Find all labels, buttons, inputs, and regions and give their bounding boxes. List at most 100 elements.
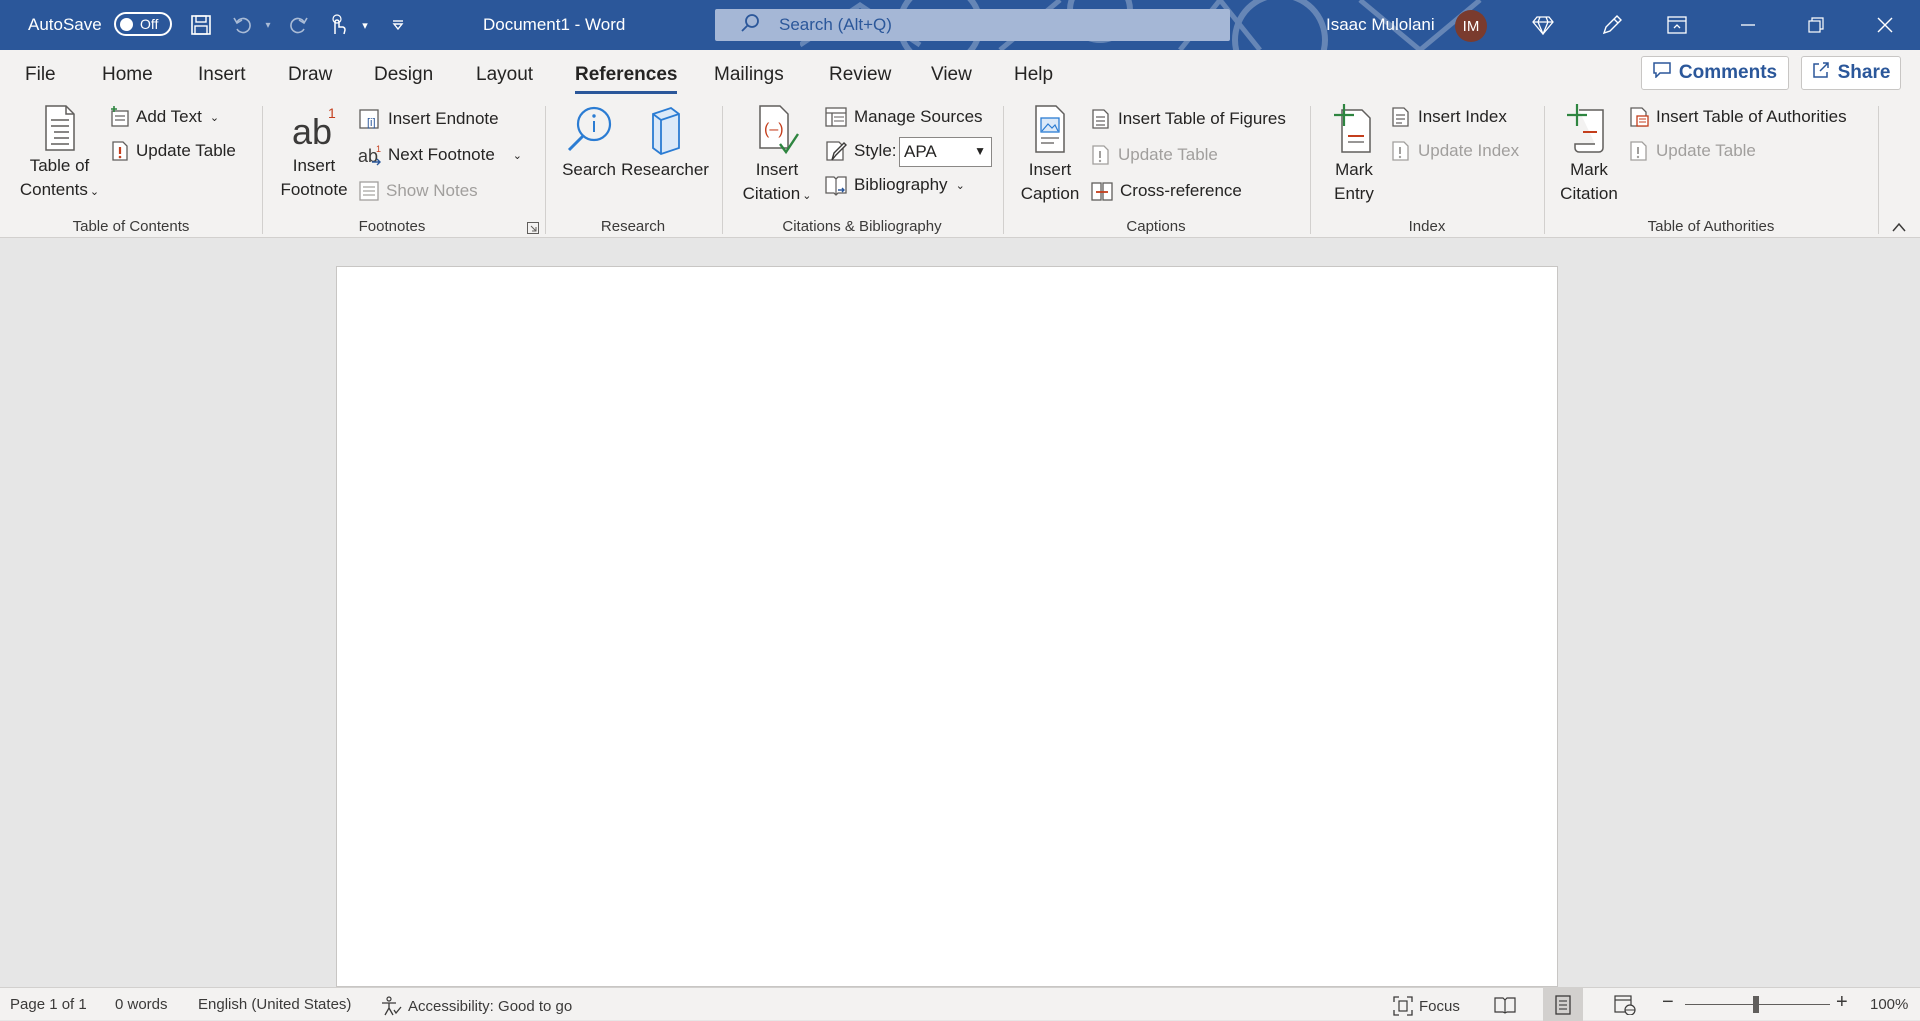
update-table-figures-button[interactable]: Update Table [1090,144,1218,166]
autosave-state: Off [140,16,159,32]
pen-icon[interactable] [1582,0,1642,50]
print-layout-button[interactable] [1543,988,1583,1021]
accessibility-checker[interactable]: Accessibility: Good to go [380,996,572,1016]
avatar[interactable]: IM [1455,10,1487,42]
page-count[interactable]: Page 1 of 1 [10,996,87,1013]
group-separator [1544,106,1545,234]
customize-qat-icon[interactable] [385,0,411,50]
mark-citation-icon [1567,104,1604,153]
focus-button[interactable]: Focus [1393,996,1460,1016]
zoom-out-button[interactable]: − [1662,991,1674,1014]
status-bar: Page 1 of 1 0 words English (United Stat… [0,987,1920,1021]
bibliography-button[interactable]: Bibliography ⌄ [824,174,965,196]
zoom-in-button[interactable]: + [1836,991,1848,1014]
mark-entry-line2: Entry [1334,184,1374,203]
autosave-label: AutoSave [28,15,102,34]
researcher-icon [652,106,680,156]
insert-footnote-button[interactable]: ab 1 Insert Footnote [274,104,354,202]
search-button[interactable]: Search [556,104,622,182]
user-name[interactable]: Isaac Mulolani [1326,0,1435,50]
insert-caption-line1: Insert [1028,160,1072,179]
update-table-button[interactable]: Update Table [110,140,236,162]
insert-caption-button[interactable]: Insert Caption [1012,104,1088,206]
undo-icon[interactable] [230,0,256,50]
autosave-toggle[interactable]: Off [114,12,172,36]
search-placeholder: Search (Alt+Q) [779,15,892,34]
chevron-down-icon: ⌄ [89,186,100,198]
language-indicator[interactable]: English (United States) [198,996,351,1013]
next-footnote-button[interactable]: ab 1 Next Footnote ⌄ [358,144,522,166]
print-layout-icon [1555,994,1571,1015]
tab-mailings[interactable]: Mailings [714,64,784,86]
save-icon[interactable] [188,0,214,50]
insert-index-button[interactable]: Insert Index [1390,106,1507,128]
undo-dropdown-icon[interactable]: ▾ [255,0,281,50]
read-mode-button[interactable] [1485,988,1525,1021]
zoom-slider-thumb[interactable] [1753,996,1759,1013]
restore-icon[interactable] [1786,0,1846,50]
table-of-figures-icon [1092,109,1109,129]
comments-label: Comments [1678,62,1778,83]
insert-index-icon [1392,107,1409,127]
tab-review[interactable]: Review [829,64,891,86]
tab-file[interactable]: File [25,64,56,86]
touch-mode-dropdown-icon[interactable]: ▾ [352,0,378,50]
insert-citation-button[interactable]: (–) Insert Citation ⌄ [732,104,822,208]
insert-endnote-button[interactable]: [i] Insert Endnote [358,108,499,130]
footnotes-dialog-launcher-icon[interactable] [527,221,539,239]
tab-insert[interactable]: Insert [198,64,246,86]
close-icon[interactable] [1855,0,1915,50]
ribbon-tabs: File Home Insert Draw Design Layout Refe… [0,50,1920,100]
tab-help[interactable]: Help [1014,64,1053,86]
update-table-icon [1092,145,1109,165]
zoom-level[interactable]: 100% [1870,996,1908,1013]
comments-button[interactable]: Comments [1641,56,1789,90]
mark-entry-line1: Mark [1335,160,1373,179]
word-count[interactable]: 0 words [115,996,168,1013]
redo-icon[interactable] [285,0,311,50]
focus-label: Focus [1419,997,1460,1015]
manage-sources-button[interactable]: Manage Sources [824,106,983,128]
document-title: Document1 - Word [483,15,626,34]
touch-mode-icon[interactable] [325,0,351,50]
tab-layout[interactable]: Layout [476,64,533,86]
group-separator [1310,106,1311,234]
next-footnote-icon: ab1 [358,144,381,166]
web-layout-button[interactable] [1605,988,1645,1021]
manage-sources-label: Manage Sources [854,107,983,126]
footnote-icon: ab1 [292,105,336,152]
ribbon-display-options-icon[interactable] [1647,0,1707,50]
mark-citation-button[interactable]: Mark Citation [1554,104,1624,206]
focus-icon [1393,996,1413,1016]
insert-table-of-figures-button[interactable]: Insert Table of Figures [1090,108,1286,130]
tab-draw[interactable]: Draw [288,64,332,86]
diamond-icon[interactable] [1513,0,1573,50]
tab-view[interactable]: View [931,64,972,86]
table-of-contents-button[interactable]: Table of Contents ⌄ [12,104,107,204]
search-box[interactable]: Search (Alt+Q) [715,9,1230,41]
tab-references[interactable]: References [575,64,678,94]
style-label: Style: [854,141,897,160]
collapse-ribbon-icon[interactable] [1891,220,1907,238]
tab-home[interactable]: Home [102,64,153,86]
researcher-button[interactable]: Researcher [621,104,709,182]
update-table-authorities-button[interactable]: Update Table [1628,140,1756,162]
style-icon [826,141,847,161]
add-text-button[interactable]: Add Text ⌄ [110,106,219,128]
minimize-icon[interactable] [1718,0,1778,50]
share-button[interactable]: Share [1801,56,1901,90]
mark-entry-button[interactable]: Mark Entry [1324,104,1384,206]
bibliography-icon [825,176,847,196]
chevron-down-icon[interactable]: ⌄ [513,149,522,162]
insert-table-of-authorities-button[interactable]: Insert Table of Authorities [1628,106,1847,128]
document-page[interactable] [336,266,1558,987]
group-separator [1003,106,1004,234]
tab-design[interactable]: Design [374,64,433,86]
title-bar: AutoSave Off ▾ ▾ Document1 - Word Search… [0,0,1920,50]
citation-style-select[interactable]: APA ▼ [899,137,992,167]
cross-reference-button[interactable]: Cross-reference [1090,180,1242,202]
update-index-button[interactable]: Update Index [1390,140,1519,162]
group-separator [1878,106,1879,234]
ribbon: Table of Contents ⌄ Add Text ⌄ Update Tab… [0,100,1920,238]
show-notes-button[interactable]: Show Notes [358,180,478,202]
